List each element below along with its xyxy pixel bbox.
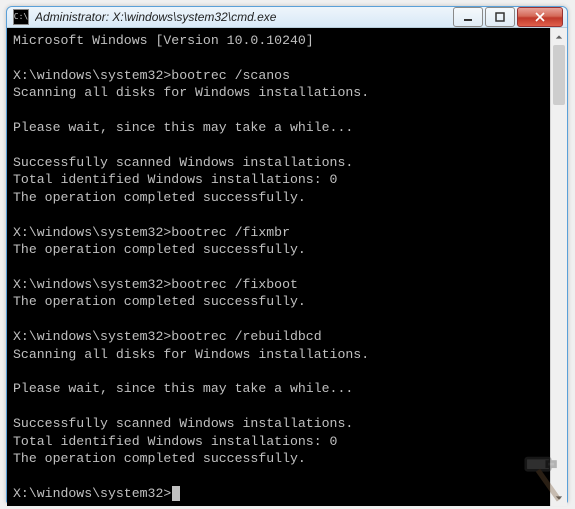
terminal-line: Successfully scanned Windows installatio… <box>13 415 544 432</box>
scroll-track[interactable] <box>551 45 567 489</box>
terminal-line: X:\windows\system32>bootrec /fixboot <box>13 276 544 293</box>
terminal-line: Microsoft Windows [Version 10.0.10240] <box>13 32 544 49</box>
terminal-line: Scanning all disks for Windows installat… <box>13 346 544 363</box>
close-button[interactable] <box>517 7 563 27</box>
terminal-line: The operation completed successfully. <box>13 450 544 467</box>
terminal-output[interactable]: Microsoft Windows [Version 10.0.10240] X… <box>7 28 550 506</box>
terminal-line: Total identified Windows installations: … <box>13 171 544 188</box>
terminal-line <box>13 102 544 119</box>
window-controls <box>453 7 563 27</box>
terminal-line <box>13 311 544 328</box>
minimize-icon <box>463 12 473 22</box>
terminal-line: Total identified Windows installations: … <box>13 433 544 450</box>
terminal-line: Please wait, since this may take a while… <box>13 119 544 136</box>
terminal-line: The operation completed successfully. <box>13 293 544 310</box>
scroll-down-button[interactable] <box>551 489 567 506</box>
cmd-icon: C:\ <box>13 9 29 25</box>
terminal-line <box>13 468 544 485</box>
scroll-up-button[interactable] <box>551 28 567 45</box>
titlebar[interactable]: C:\ Administrator: X:\windows\system32\c… <box>7 7 567 28</box>
window-title: Administrator: X:\windows\system32\cmd.e… <box>35 10 453 24</box>
scroll-thumb[interactable] <box>553 45 565 105</box>
terminal-line: The operation completed successfully. <box>13 241 544 258</box>
chevron-down-icon <box>555 494 563 502</box>
maximize-icon <box>495 12 505 22</box>
terminal-cursor <box>172 486 180 501</box>
terminal-line: The operation completed successfully. <box>13 189 544 206</box>
vertical-scrollbar[interactable] <box>550 28 567 506</box>
terminal-line <box>13 398 544 415</box>
terminal-line: X:\windows\system32>bootrec /scanos <box>13 67 544 84</box>
cmd-window: C:\ Administrator: X:\windows\system32\c… <box>6 6 568 503</box>
terminal-line: X:\windows\system32>bootrec /fixmbr <box>13 224 544 241</box>
chevron-up-icon <box>555 33 563 41</box>
terminal-line <box>13 363 544 380</box>
terminal-line <box>13 206 544 223</box>
terminal-prompt: X:\windows\system32> <box>13 486 171 501</box>
terminal-line: X:\windows\system32>bootrec /rebuildbcd <box>13 328 544 345</box>
terminal-prompt-line[interactable]: X:\windows\system32> <box>13 485 544 502</box>
terminal-line <box>13 137 544 154</box>
maximize-button[interactable] <box>485 7 515 27</box>
terminal-line: Scanning all disks for Windows installat… <box>13 84 544 101</box>
minimize-button[interactable] <box>453 7 483 27</box>
terminal-line <box>13 49 544 66</box>
client-area: Microsoft Windows [Version 10.0.10240] X… <box>7 28 567 506</box>
close-icon <box>535 12 545 22</box>
terminal-line: Successfully scanned Windows installatio… <box>13 154 544 171</box>
terminal-line <box>13 258 544 275</box>
terminal-line: Please wait, since this may take a while… <box>13 380 544 397</box>
